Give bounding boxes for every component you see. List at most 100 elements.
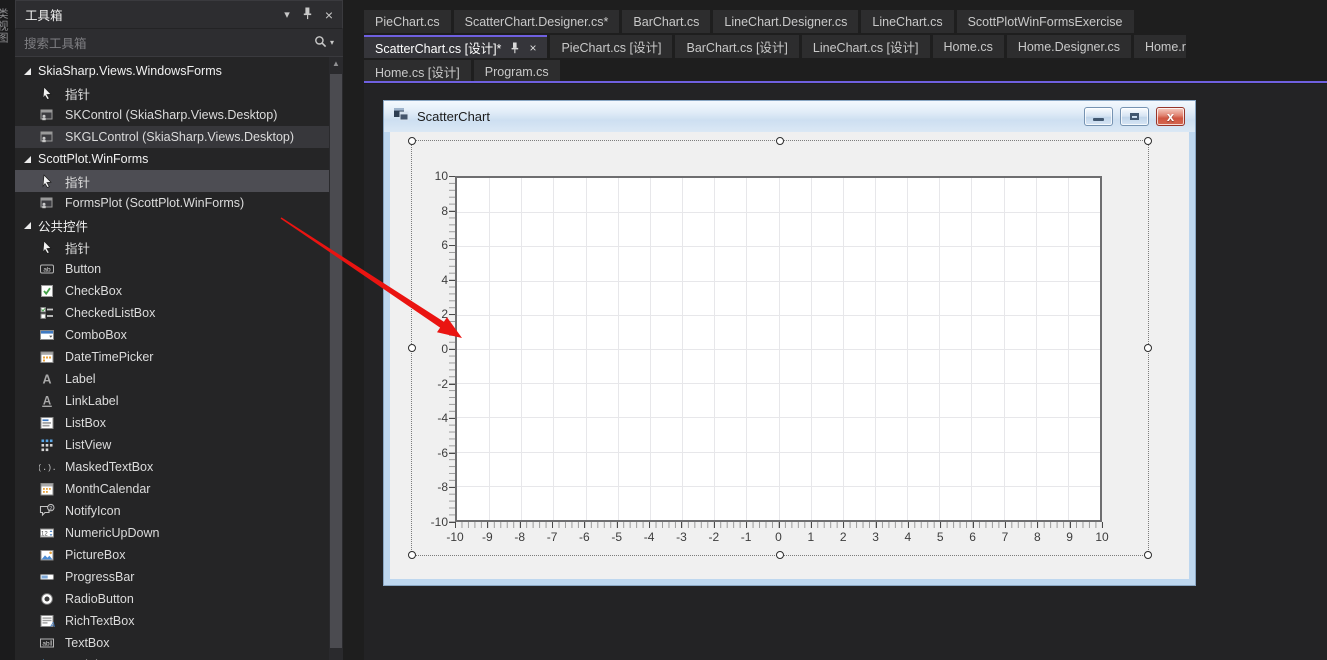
svg-text:2: 2 xyxy=(49,506,52,512)
expander-icon[interactable] xyxy=(24,68,31,75)
toolbox-scrollbar[interactable]: ▲ xyxy=(329,57,343,660)
textbox-icon: ab xyxy=(39,635,55,651)
toolbox-item-label: NotifyIcon xyxy=(65,504,121,518)
pin-icon[interactable] xyxy=(510,42,520,54)
x-major-tick xyxy=(714,522,715,528)
x-major-tick xyxy=(649,522,650,528)
expander-icon[interactable] xyxy=(24,156,31,163)
selection-handle-br[interactable] xyxy=(1144,551,1152,559)
document-tab-home-resx[interactable]: Home.resx xyxy=(1134,35,1186,58)
close-button[interactable]: x xyxy=(1156,107,1185,126)
document-tab-well: PieChart.cs ScatterChart.Designer.cs* BarC… xyxy=(364,0,1327,84)
selection-handle-tc[interactable] xyxy=(776,137,784,145)
document-tab-barchart-cs[interactable]: BarChart.cs xyxy=(622,10,710,33)
x-axis-labels: -10-9-8-7-6-5-4-3-2-1012345678910 xyxy=(455,530,1102,546)
toolbox-header[interactable]: 工具箱 ▾ × xyxy=(15,0,343,29)
pointer-icon xyxy=(39,173,55,189)
selection-handle-mr[interactable] xyxy=(1144,344,1152,352)
document-tab-linechart-cs[interactable]: LineChart.cs [设计] xyxy=(802,35,930,58)
magnifier-icon[interactable] xyxy=(314,35,327,51)
selection-handle-bc[interactable] xyxy=(776,551,784,559)
toolbox-group-scottplot-winforms[interactable]: ScottPlot.WinForms xyxy=(15,148,329,170)
toolbox-item-tooltip[interactable]: ToolTip xyxy=(15,654,329,660)
form-client-area[interactable]: -10-9-8-7-6-5-4-3-2-1012345678910 -10-8-… xyxy=(390,132,1189,579)
x-major-tick xyxy=(779,522,780,528)
gridline-y xyxy=(457,212,1100,213)
toolbox-search-placeholder: 搜索工具箱 xyxy=(24,33,314,52)
document-tab-linechart-cs[interactable]: LineChart.cs xyxy=(861,10,953,33)
y-axis-labels: -10-8-6-4-20246810 xyxy=(412,176,448,522)
scrollbar-thumb[interactable] xyxy=(330,74,342,648)
toolbox-item-radiobutton[interactable]: RadioButton xyxy=(15,588,329,610)
toolbox-group-skiasharp-views-windowsforms[interactable]: SkiaSharp.Views.WindowsForms xyxy=(15,60,329,82)
selection-handle-tl[interactable] xyxy=(408,137,416,145)
document-tab-home-cs[interactable]: Home.cs xyxy=(933,35,1004,58)
document-tab-program-cs[interactable]: Program.cs xyxy=(474,60,560,83)
document-tab-home-cs[interactable]: Home.cs [设计] xyxy=(364,60,471,83)
toolbox-item-richtextbox[interactable]: ARichTextBox xyxy=(15,610,329,632)
tab-label: PieChart.cs [设计] xyxy=(561,37,661,56)
toolbox-item-datetimepicker[interactable]: DateTimePicker xyxy=(15,346,329,368)
caret-down-icon[interactable]: ▾ xyxy=(330,38,334,47)
toolbox-item-textbox[interactable]: abTextBox xyxy=(15,632,329,654)
numericupdown-icon: 12 xyxy=(39,525,55,541)
progressbar-icon xyxy=(39,569,55,585)
document-tab-piechart-cs[interactable]: PieChart.cs xyxy=(364,10,451,33)
minimize-icon xyxy=(1093,118,1104,121)
monthcalendar-icon xyxy=(39,481,55,497)
tab-label: ScatterChart.cs [设计]* xyxy=(375,38,501,57)
toolbox-item-label: SKControl (SkiaSharp.Views.Desktop) xyxy=(65,108,277,122)
designer-canvas[interactable]: ScatterChart x -10-9-8-7-6-5-4-3-2-10123… xyxy=(364,84,1327,660)
y-major-tick xyxy=(449,245,455,246)
toolbox-item-progressbar[interactable]: ProgressBar xyxy=(15,566,329,588)
document-tab-piechart-cs[interactable]: PieChart.cs [设计] xyxy=(550,35,672,58)
toolbox-search[interactable]: 搜索工具箱 ▾ xyxy=(15,29,343,57)
toolbox-group-item[interactable]: 公共控件 xyxy=(15,214,329,236)
toolbox-item-item[interactable]: 指针 xyxy=(15,82,329,104)
toolbox-item-listbox[interactable]: ListBox xyxy=(15,412,329,434)
collapsed-panel-tab[interactable]: 类视图 xyxy=(0,0,16,660)
toolbox-item-checkbox[interactable]: CheckBox xyxy=(15,280,329,302)
toolbox-item-item[interactable]: 指针 xyxy=(15,170,329,192)
toolbox-item-skcontrol-skiasharp-views-desktop[interactable]: SKControl (SkiaSharp.Views.Desktop) xyxy=(15,104,329,126)
tab-label: LineChart.cs xyxy=(872,15,942,29)
toolbox-item-numericupdown[interactable]: 12NumericUpDown xyxy=(15,522,329,544)
x-major-tick xyxy=(908,522,909,528)
selection-handle-bl[interactable] xyxy=(408,551,416,559)
toolbox-item-checkedlistbox[interactable]: CheckedListBox xyxy=(15,302,329,324)
chevron-down-icon[interactable]: ▾ xyxy=(284,8,290,21)
toolbox-item-notifyicon[interactable]: 2 NotifyIcon xyxy=(15,500,329,522)
selection-handle-ml[interactable] xyxy=(408,344,416,352)
x-major-tick xyxy=(681,522,682,528)
document-tab-barchart-cs[interactable]: BarChart.cs [设计] xyxy=(675,35,798,58)
toolbox-item-skglcontrol-skiasharp-views-desktop[interactable]: SKGLControl (SkiaSharp.Views.Desktop) xyxy=(15,126,329,148)
document-tab-linechart-designer-cs[interactable]: LineChart.Designer.cs xyxy=(713,10,858,33)
selection-handle-tr[interactable] xyxy=(1144,137,1152,145)
toolbox-item-label[interactable]: ALabel xyxy=(15,368,329,390)
document-tab-scatterchart-designer-cs[interactable]: ScatterChart.Designer.cs* xyxy=(454,10,620,33)
document-tab-scottplotwinformsexercise[interactable]: ScottPlotWinFormsExercise xyxy=(957,10,1134,33)
expander-icon[interactable] xyxy=(24,222,31,229)
close-icon[interactable]: × xyxy=(529,42,536,54)
document-tab-scatterchart-cs[interactable]: ScatterChart.cs [设计]* × xyxy=(364,35,547,58)
toolbox-item-linklabel[interactable]: ALinkLabel xyxy=(15,390,329,412)
minimize-button[interactable] xyxy=(1084,107,1113,126)
toolbox-item-listview[interactable]: ListView xyxy=(15,434,329,456)
y-tick-label: 10 xyxy=(435,169,448,183)
pin-icon[interactable] xyxy=(302,7,313,23)
toolbox-item-monthcalendar[interactable]: MonthCalendar xyxy=(15,478,329,500)
toolbox-item-item[interactable]: 指针 xyxy=(15,236,329,258)
close-icon[interactable]: × xyxy=(325,7,333,23)
tab-label: ScatterChart.Designer.cs* xyxy=(465,15,609,29)
maximize-button[interactable] xyxy=(1120,107,1149,126)
x-major-tick xyxy=(940,522,941,528)
toolbox-item-formsplot-scottplot-winforms[interactable]: FormsPlot (ScottPlot.WinForms) xyxy=(15,192,329,214)
toolbox-item-picturebox[interactable]: PictureBox xyxy=(15,544,329,566)
document-tab-home-designer-cs[interactable]: Home.Designer.cs xyxy=(1007,35,1131,58)
toolbox-item-maskedtextbox[interactable]: (.).MaskedTextBox xyxy=(15,456,329,478)
designed-form[interactable]: ScatterChart x -10-9-8-7-6-5-4-3-2-10123… xyxy=(383,100,1196,586)
toolbox-item-combobox[interactable]: ComboBox xyxy=(15,324,329,346)
scrollbar-up-icon[interactable]: ▲ xyxy=(329,57,343,71)
formsplot-control[interactable]: -10-9-8-7-6-5-4-3-2-1012345678910 -10-8-… xyxy=(411,140,1149,556)
toolbox-item-button[interactable]: abButton xyxy=(15,258,329,280)
